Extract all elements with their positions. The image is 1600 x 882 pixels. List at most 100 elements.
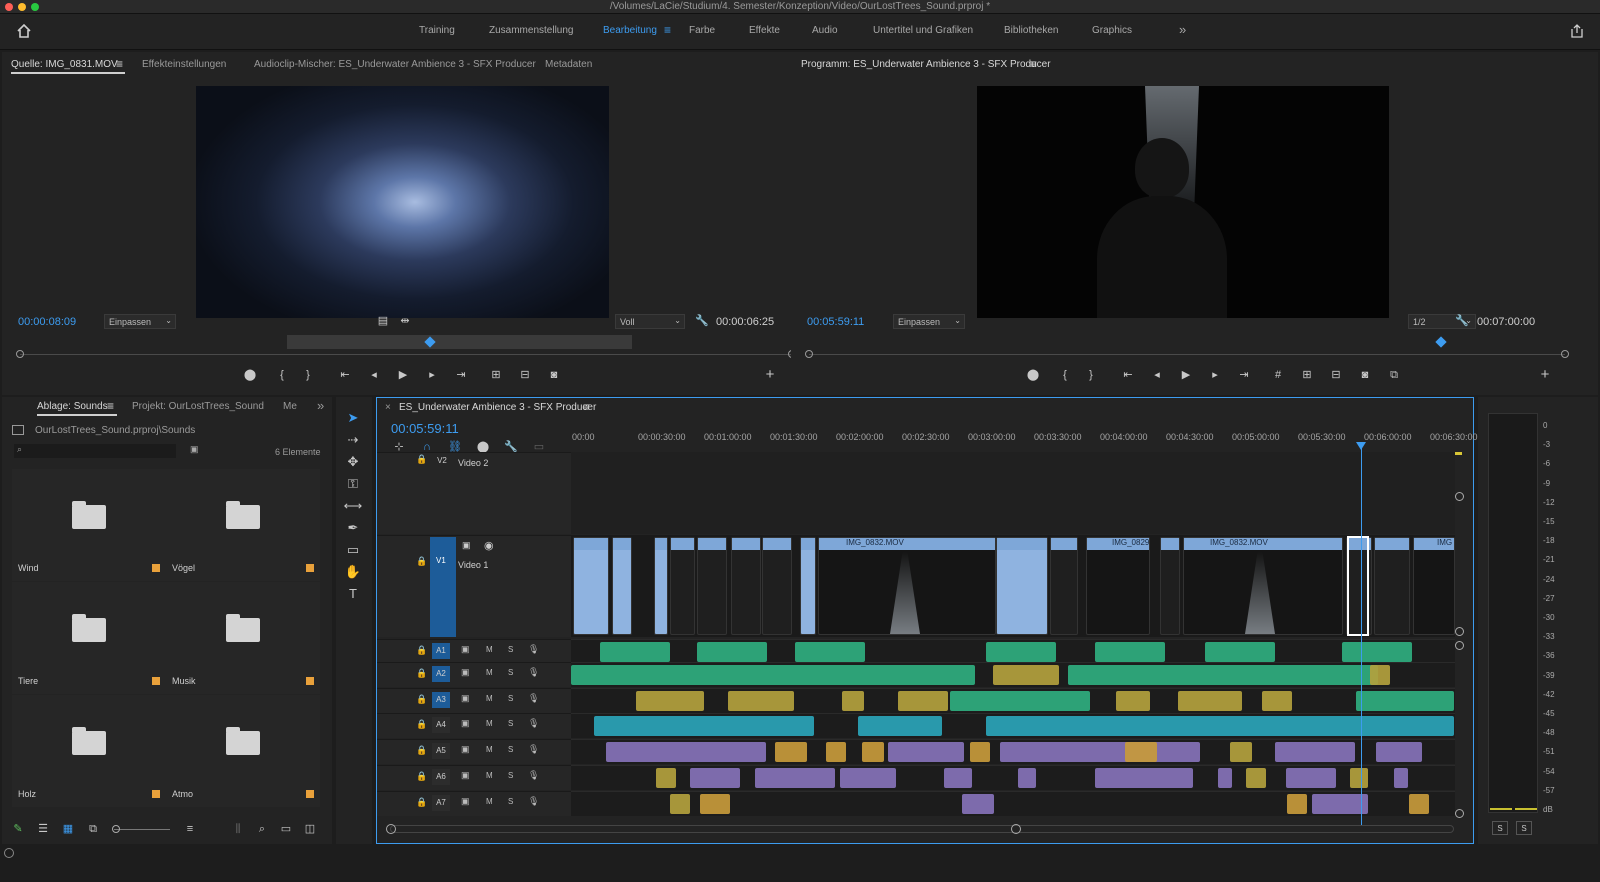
play-button[interactable]: ▶: [395, 368, 411, 382]
source-time-ruler[interactable]: [20, 354, 792, 355]
close-sequence-icon[interactable]: ×: [385, 402, 391, 413]
insert-overlay-icon[interactable]: ▤: [375, 314, 391, 328]
new-bin-icon[interactable]: ▭: [278, 822, 294, 836]
workspace-graphics[interactable]: Graphics: [1092, 25, 1132, 36]
add-marker-button[interactable]: ⬤: [242, 368, 258, 382]
tab-program[interactable]: Programm: ES_Underwater Ambience 3 - SFX…: [801, 59, 1051, 70]
pencil-icon[interactable]: ✎: [10, 822, 26, 836]
hand-tool-icon[interactable]: ✋: [343, 563, 363, 581]
bin-voegel[interactable]: Vögel: [166, 469, 320, 581]
captions-icon[interactable]: ▭: [531, 440, 547, 454]
add-button-plus-icon[interactable]: +: [762, 367, 778, 382]
workspace-menu-icon[interactable]: ≡: [664, 23, 671, 37]
bin-musik[interactable]: Musik: [166, 582, 320, 694]
wrench-icon[interactable]: 🔧: [694, 314, 710, 328]
tab-metadata[interactable]: Metadaten: [545, 59, 592, 70]
tab-project[interactable]: Projekt: OurLostTrees_Sound: [132, 401, 264, 412]
wrench-icon[interactable]: 🔧: [1454, 314, 1470, 328]
sequence-tab-menu-icon[interactable]: ≡: [583, 400, 590, 414]
program-fit-select[interactable]: Einpassen ⌄: [893, 314, 965, 329]
linked-selection-icon[interactable]: ⛓: [447, 440, 463, 454]
search-input[interactable]: ⌕: [14, 444, 176, 458]
bin-holz[interactable]: Holz: [12, 695, 166, 807]
workspace-audio[interactable]: Audio: [812, 25, 838, 36]
play-button[interactable]: ▶: [1178, 368, 1194, 382]
wrench-icon[interactable]: 🔧: [503, 440, 519, 454]
new-item-icon[interactable]: ◫: [302, 822, 318, 836]
mark-in-button[interactable]: {: [1057, 368, 1073, 382]
new-bin-from-search-icon[interactable]: ▣: [190, 444, 204, 456]
zoom-slider[interactable]: [114, 829, 170, 830]
find-icon[interactable]: ⌕: [254, 822, 270, 836]
razor-tool-icon[interactable]: ⚿: [343, 475, 363, 493]
workspace-bearbeitung[interactable]: Bearbeitung: [603, 25, 657, 36]
nest-icon[interactable]: ⊹: [391, 440, 407, 454]
ripple-edit-tool-icon[interactable]: ✥: [343, 453, 363, 471]
tab-bin-sounds[interactable]: Ablage: Sounds: [37, 401, 108, 412]
step-forward-button[interactable]: ▸: [1207, 368, 1223, 382]
scroll-handle-left[interactable]: [16, 350, 24, 358]
tab-sequence[interactable]: ES_Underwater Ambience 3 - SFX Producer: [399, 402, 596, 413]
scroll-handle-left[interactable]: [805, 350, 813, 358]
bin-tiere[interactable]: Tiere: [12, 582, 166, 694]
add-marker-icon[interactable]: ⬤: [475, 440, 491, 454]
bin-tab-menu-icon[interactable]: ≡: [107, 399, 114, 413]
comparison-view-icon[interactable]: ⧉: [1386, 368, 1402, 382]
program-video-frame[interactable]: [977, 86, 1389, 318]
step-back-button[interactable]: ◂: [1149, 368, 1165, 382]
solo-left-button[interactable]: S: [1492, 821, 1508, 835]
extract-button[interactable]: ⊟: [1328, 368, 1344, 382]
drag-icon[interactable]: ⇹: [397, 314, 413, 328]
bin-atmo[interactable]: Atmo: [166, 695, 320, 807]
freeform-view-icon[interactable]: ⧉: [85, 822, 101, 836]
program-playhead[interactable]: [1435, 336, 1447, 348]
go-to-in-button[interactable]: ⇤: [1120, 368, 1136, 382]
insert-button[interactable]: ⊞: [488, 368, 504, 382]
selection-tool-icon[interactable]: ➤: [343, 409, 363, 427]
automate-to-sequence-icon[interactable]: ⫼: [230, 822, 246, 836]
go-to-out-button[interactable]: ⇥: [453, 368, 469, 382]
overwrite-button[interactable]: ⊟: [517, 368, 533, 382]
export-frame-camera-icon[interactable]: ◙: [1357, 368, 1373, 382]
program-time-ruler[interactable]: [809, 354, 1565, 355]
bin-wind[interactable]: Wind: [12, 469, 166, 581]
tab-media[interactable]: Me: [283, 401, 297, 412]
icon-view-icon[interactable]: ▦: [60, 822, 76, 836]
source-tab-menu-icon[interactable]: ≡: [116, 57, 123, 71]
workspace-effekte[interactable]: Effekte: [749, 25, 780, 36]
workspace-overflow-icon[interactable]: »: [1179, 22, 1186, 37]
tab-effect-controls[interactable]: Effekteinstellungen: [142, 59, 226, 70]
export-frame-camera-icon[interactable]: ◙: [546, 368, 562, 382]
tab-source[interactable]: Quelle: IMG_0831.MOV: [11, 59, 118, 70]
slip-tool-icon[interactable]: ⟷: [343, 497, 363, 515]
snap-magnet-icon[interactable]: ∩: [419, 440, 435, 454]
panel-overflow-icon[interactable]: »: [317, 398, 324, 413]
list-view-icon[interactable]: ☰: [35, 822, 51, 836]
home-icon[interactable]: [16, 23, 32, 38]
step-back-button[interactable]: ◂: [366, 368, 382, 382]
folder-up-icon[interactable]: [12, 425, 24, 435]
solo-right-button[interactable]: S: [1516, 821, 1532, 835]
rectangle-tool-icon[interactable]: ▭: [343, 541, 363, 559]
workspace-bibliotheken[interactable]: Bibliotheken: [1004, 25, 1058, 36]
add-button-plus-icon[interactable]: +: [1537, 367, 1553, 382]
sort-icon[interactable]: ≡: [182, 822, 198, 836]
mark-in-button[interactable]: {: [274, 368, 290, 382]
source-fit-select[interactable]: Einpassen ⌄: [104, 314, 176, 329]
program-timecode[interactable]: 00:05:59:11: [807, 316, 864, 328]
program-tab-menu-icon[interactable]: ≡: [1030, 57, 1037, 71]
source-timecode[interactable]: 00:00:08:09: [18, 316, 76, 328]
tab-audio-clip-mixer[interactable]: Audioclip-Mischer: ES_Underwater Ambienc…: [254, 59, 536, 70]
scroll-handle-right[interactable]: [1561, 350, 1569, 358]
go-to-out-button[interactable]: ⇥: [1236, 368, 1252, 382]
mark-out-button[interactable]: }: [300, 368, 316, 382]
type-tool-icon[interactable]: T: [343, 585, 363, 603]
add-marker-button[interactable]: ⬤: [1025, 368, 1041, 382]
trim-button[interactable]: #: [1270, 368, 1286, 382]
lift-button[interactable]: ⊞: [1299, 368, 1315, 382]
go-to-in-button[interactable]: ⇤: [337, 368, 353, 382]
workspace-untertitel[interactable]: Untertitel und Grafiken: [873, 25, 973, 36]
pen-tool-icon[interactable]: ✒: [343, 519, 363, 537]
track-select-tool-icon[interactable]: ⇢: [343, 431, 363, 449]
share-icon[interactable]: [1570, 24, 1584, 38]
